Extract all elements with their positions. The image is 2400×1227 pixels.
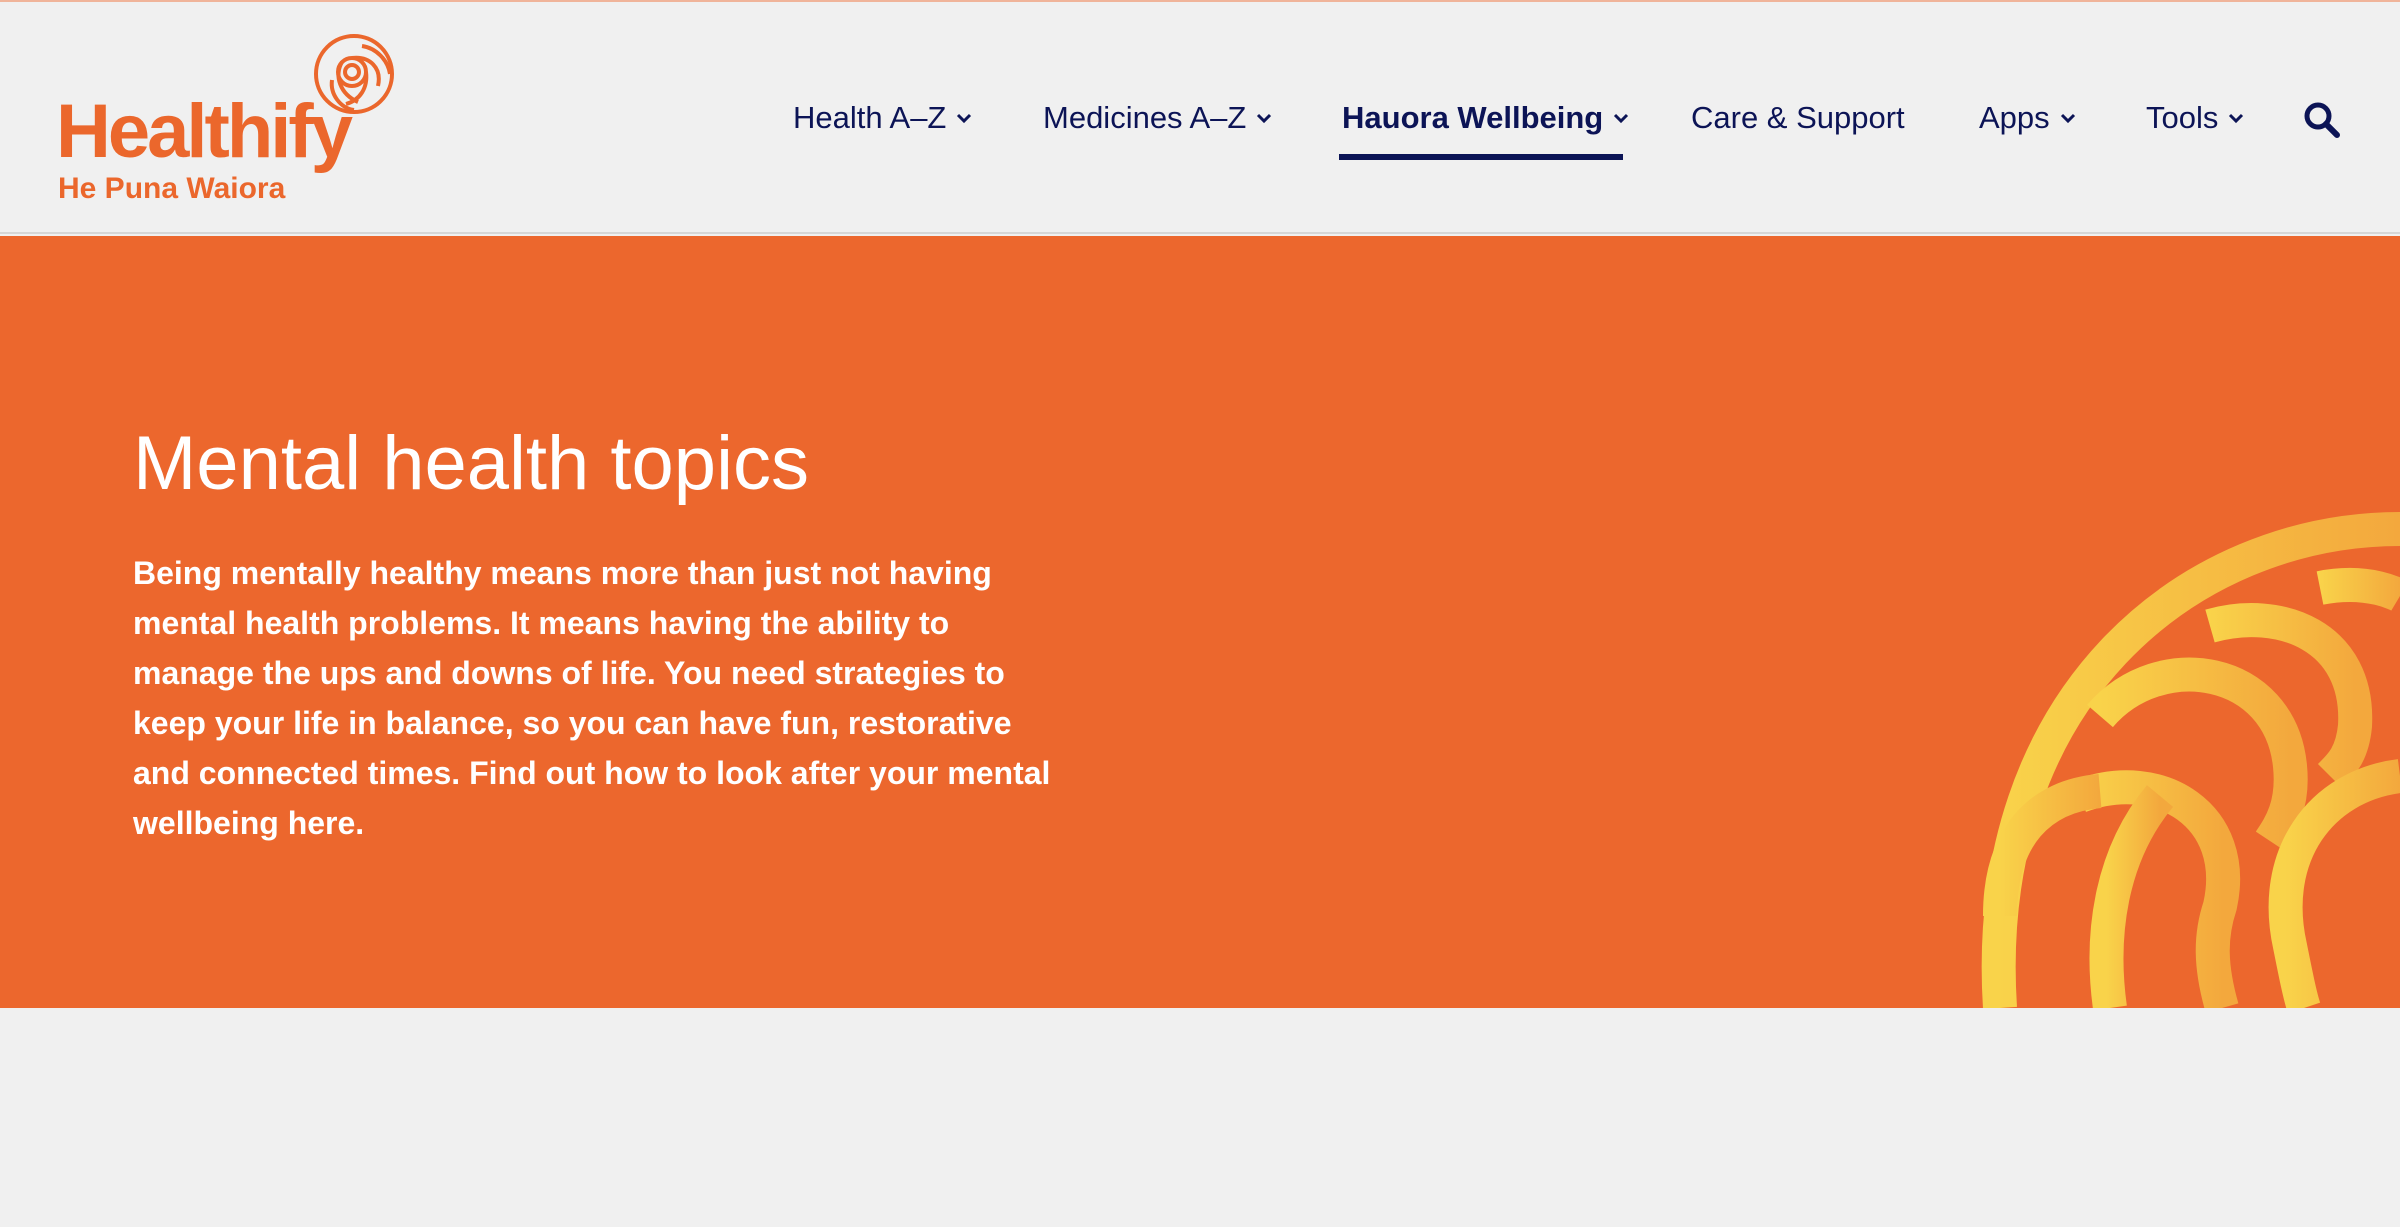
chevron-down-icon xyxy=(957,113,972,124)
search-icon xyxy=(2304,102,2340,138)
chevron-down-icon xyxy=(2060,113,2075,124)
nav-item-hauora-wellbeing[interactable]: Hauora Wellbeing xyxy=(1342,94,1631,142)
nav-item-health-a-z[interactable]: Health A–Z xyxy=(793,94,974,142)
nav-item-label: Hauora Wellbeing xyxy=(1342,100,1604,135)
chevron-down-icon xyxy=(1614,113,1629,124)
nav-item-label: Apps xyxy=(1979,100,2050,135)
site-header: Healthify He Puna Waiora Health A–Z Medi… xyxy=(0,2,2400,234)
chevron-down-icon xyxy=(1257,113,1272,124)
nav-item-label: Health A–Z xyxy=(793,100,947,135)
active-nav-indicator xyxy=(1339,154,1623,160)
nav-item-tools[interactable]: Tools xyxy=(2146,94,2246,142)
nav-item-medicines-a-z[interactable]: Medicines A–Z xyxy=(1043,94,1274,142)
search-button[interactable] xyxy=(2302,100,2342,140)
page-content-area xyxy=(0,1008,2400,1227)
chevron-down-icon xyxy=(2229,113,2244,124)
hero-intro-text: Being mentally healthy means more than j… xyxy=(133,555,1051,841)
nav-item-label: Care & Support xyxy=(1691,100,1905,135)
page-title: Mental health topics xyxy=(133,421,809,506)
decorative-swirl-graphic xyxy=(1981,512,2400,1008)
nav-item-apps[interactable]: Apps xyxy=(1979,94,2078,142)
hero-banner: Mental health topics Being mentally heal… xyxy=(0,236,2400,1008)
nav-item-label: Tools xyxy=(2146,100,2219,135)
nav-item-label: Medicines A–Z xyxy=(1043,100,1247,135)
nav-item-care-support[interactable]: Care & Support xyxy=(1691,94,1905,142)
main-navigation: Health A–Z Medicines A–Z Hauora Wellbein… xyxy=(0,2,2400,232)
